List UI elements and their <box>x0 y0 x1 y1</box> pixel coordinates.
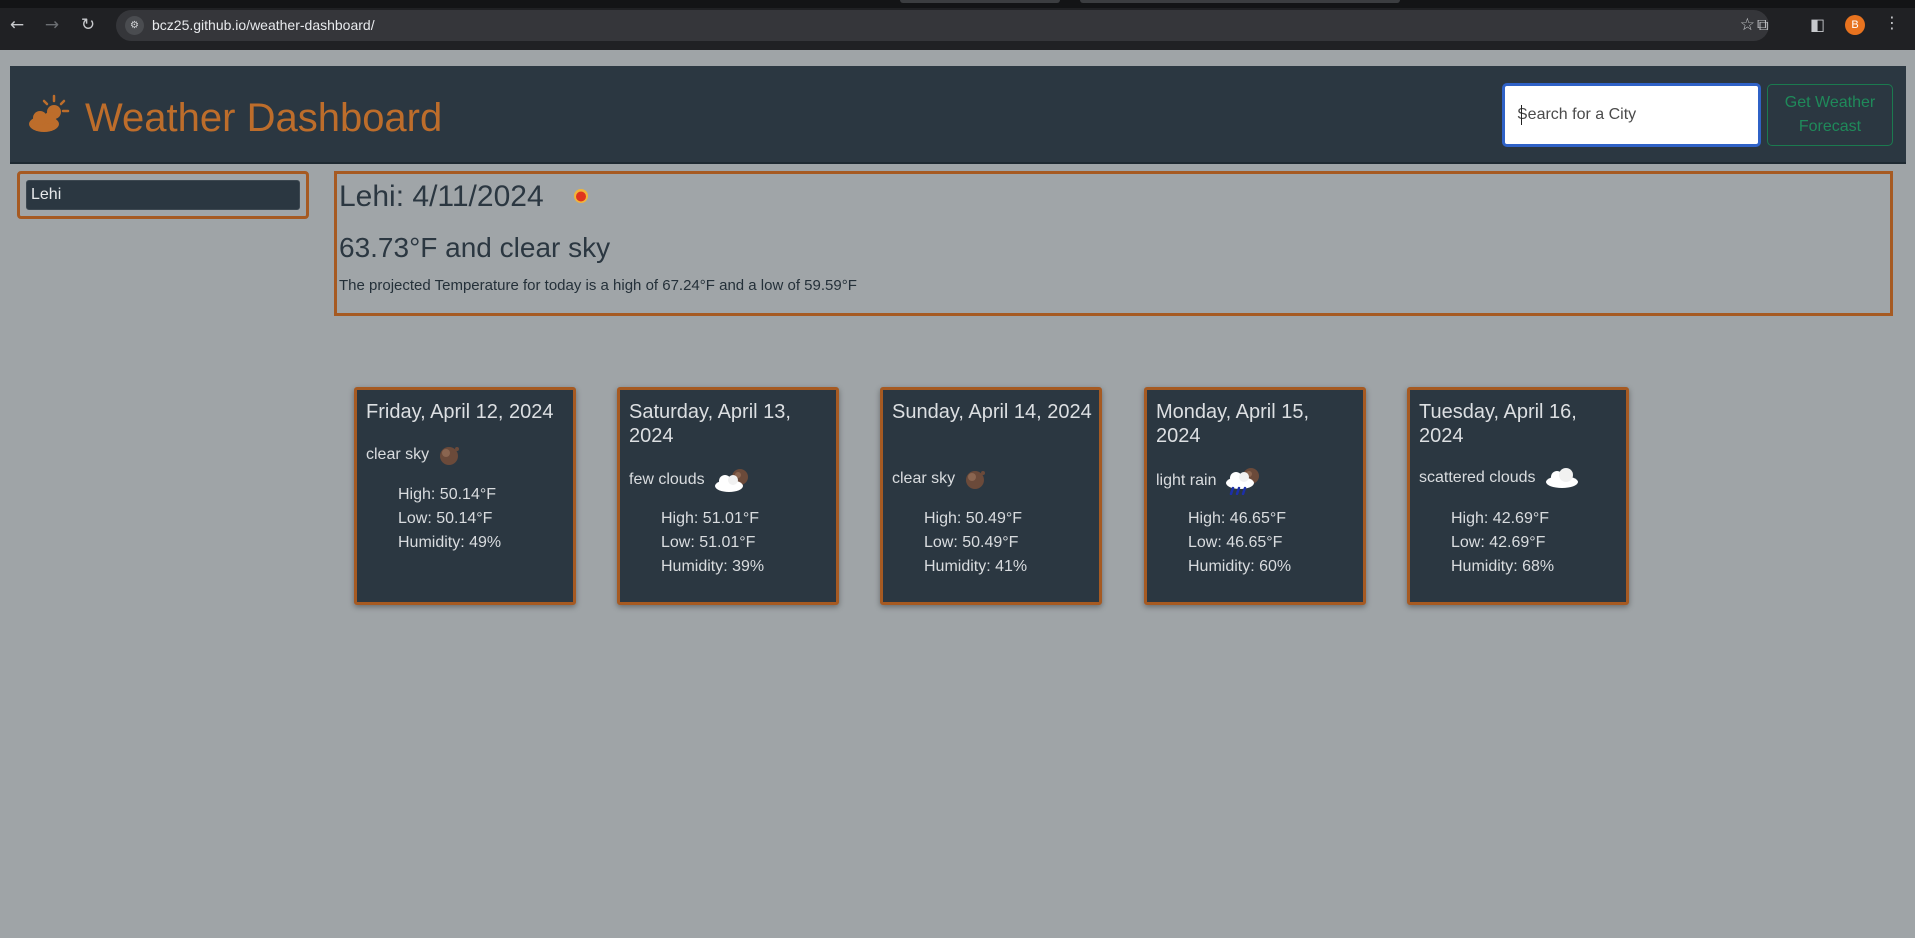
forecast-high: High: 51.01°F <box>661 510 760 527</box>
forecast-high: High: 46.65°F <box>1188 510 1287 527</box>
text-caret <box>1521 105 1522 125</box>
forecast-stats: High: 50.49°F Low: 50.49°F Humidity: 41% <box>924 507 1027 579</box>
moon-icon <box>966 471 986 489</box>
forecast-card: Tuesday, April 16, 2024 scattered clouds… <box>1407 387 1629 605</box>
forecast-condition: clear sky <box>892 467 991 491</box>
forecast-card: Saturday, April 13, 2024 few clouds High… <box>617 387 839 605</box>
forecast-low: Low: 46.65°F <box>1188 534 1283 551</box>
forecast-condition: scattered clouds <box>1419 467 1580 489</box>
forecast-low: Low: 50.14°F <box>398 510 493 527</box>
condition-label: clear sky <box>892 470 956 487</box>
forecast-humidity: Humidity: 41% <box>924 558 1028 575</box>
forecast-condition: few clouds <box>629 467 753 493</box>
condition-label: scattered clouds <box>1419 469 1536 486</box>
forecast-stats: High: 46.65°F Low: 46.65°F Humidity: 60% <box>1188 507 1291 579</box>
city-search-input[interactable] <box>1502 83 1761 147</box>
forecast-high: High: 42.69°F <box>1451 510 1550 527</box>
forward-icon[interactable]: → <box>41 14 63 36</box>
forecast-card: Friday, April 12, 2024 clear sky High: 5… <box>354 387 576 605</box>
cloud-icon <box>1545 468 1578 488</box>
current-weather-panel: Lehi: 4/11/2024 63.73°F and clear sky Th… <box>334 171 1893 316</box>
address-bar[interactable]: ⚙ bcz25.github.io/weather-dashboard/ ☆ <box>116 10 1769 41</box>
forecast-date: Sunday, April 14, 2024 <box>892 401 1092 423</box>
app-header: Weather Dashboard Get Weather Forecast <box>10 66 1906 164</box>
forecast-low: Low: 42.69°F <box>1451 534 1546 551</box>
current-city-date: Lehi: 4/11/2024 <box>339 180 544 213</box>
clear-night-icon <box>574 189 588 203</box>
extensions-icon[interactable]: ⧉ <box>1757 14 1768 36</box>
forecast-low: Low: 50.49°F <box>924 534 1019 551</box>
cloud-moon-icon <box>714 469 748 492</box>
get-forecast-button[interactable]: Get Weather Forecast <box>1767 84 1893 146</box>
forecast-low: Low: 51.01°F <box>661 534 756 551</box>
forecast-humidity: Humidity: 49% <box>398 534 502 551</box>
search-history: Lehi <box>17 171 309 219</box>
forecast-stats: High: 42.69°F Low: 42.69°F Humidity: 68% <box>1451 507 1554 579</box>
menu-icon[interactable]: ⋮ <box>1884 13 1900 32</box>
forecast-humidity: Humidity: 68% <box>1451 558 1555 575</box>
forecast-humidity: Humidity: 39% <box>661 558 765 575</box>
temperature-projection: The projected Temperature for today is a… <box>339 277 857 294</box>
profile-avatar[interactable]: B <box>1845 15 1865 35</box>
forecast-card: Monday, April 15, 2024 light rain High: … <box>1144 387 1366 605</box>
forecast-high: High: 50.49°F <box>924 510 1023 527</box>
condition-label: light rain <box>1156 472 1217 489</box>
forecast-card: Sunday, April 14, 2024 clear sky High: 5… <box>880 387 1102 605</box>
forecast-date: Friday, April 12, 2024 <box>366 401 554 423</box>
page-title: Weather Dashboard <box>85 96 443 140</box>
forecast-date: Monday, April 15, 2024 <box>1156 401 1310 447</box>
condition-label: few clouds <box>629 471 705 488</box>
reload-icon[interactable]: ↻ <box>77 14 99 36</box>
url-text[interactable]: bcz25.github.io/weather-dashboard/ <box>152 17 375 33</box>
bookmark-star-icon[interactable]: ☆ <box>1740 15 1755 35</box>
browser-chrome: ← → ↻ ⚙ bcz25.github.io/weather-dashboar… <box>0 0 1915 50</box>
side-panel-icon[interactable]: ◧ <box>1810 14 1825 36</box>
history-item-lehi[interactable]: Lehi <box>26 180 300 210</box>
back-icon[interactable]: ← <box>6 14 28 36</box>
tab-edge[interactable] <box>900 0 1060 3</box>
forecast-date: Tuesday, April 16, 2024 <box>1419 401 1577 447</box>
forecast-condition: clear sky <box>366 443 465 467</box>
forecast-condition: light rain <box>1156 467 1264 495</box>
forecast-date: Saturday, April 13, 2024 <box>629 401 791 447</box>
sun-cloud-logo-icon <box>29 94 70 132</box>
moon-icon <box>440 447 460 465</box>
tab-edge[interactable] <box>1080 0 1400 3</box>
site-info-icon[interactable]: ⚙ <box>125 16 144 35</box>
forecast-humidity: Humidity: 60% <box>1188 558 1292 575</box>
forecast-stats: High: 51.01°F Low: 51.01°F Humidity: 39% <box>661 507 764 579</box>
current-temperature: 63.73°F and clear sky <box>339 232 611 263</box>
forecast-stats: High: 50.14°F Low: 50.14°F Humidity: 49% <box>398 483 501 555</box>
forecast-high: High: 50.14°F <box>398 486 497 503</box>
condition-label: clear sky <box>366 446 430 463</box>
rain-icon <box>1226 468 1260 495</box>
